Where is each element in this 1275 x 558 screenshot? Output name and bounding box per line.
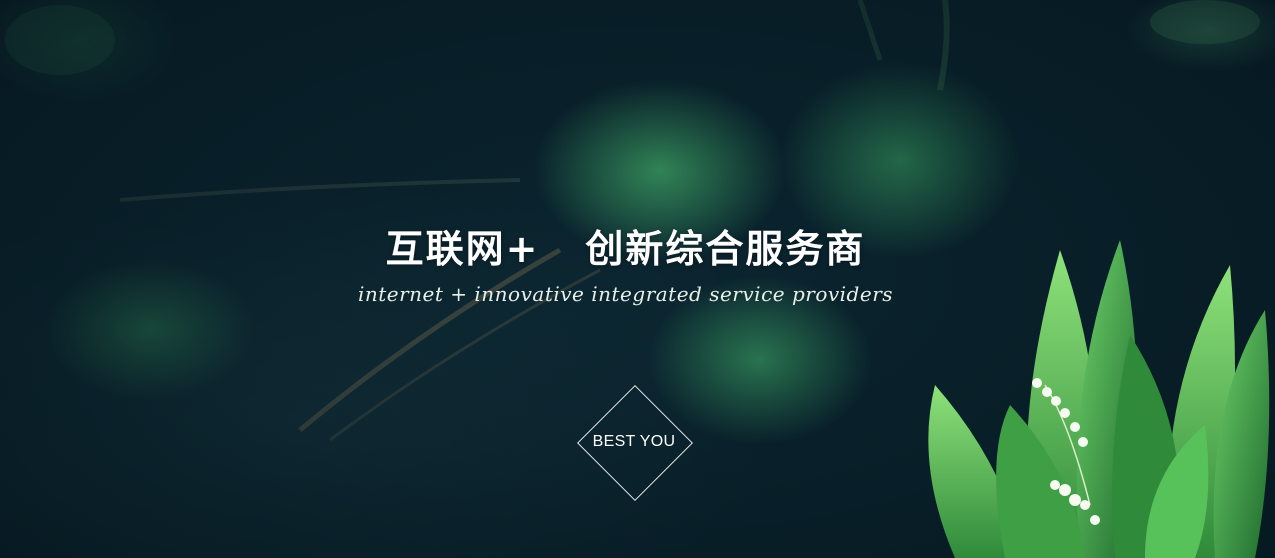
title-part-2: 创新综合服务商: [585, 227, 866, 271]
hero-banner: 互联网+ 创新综合服务商 internet + innovative integr…: [0, 0, 1275, 558]
best-you-button[interactable]: BEST YOU: [577, 385, 693, 501]
lily-plant-icon: [928, 240, 1270, 558]
best-you-label: BEST YOU: [592, 433, 676, 450]
title-part-1: 互联网+: [385, 227, 540, 271]
